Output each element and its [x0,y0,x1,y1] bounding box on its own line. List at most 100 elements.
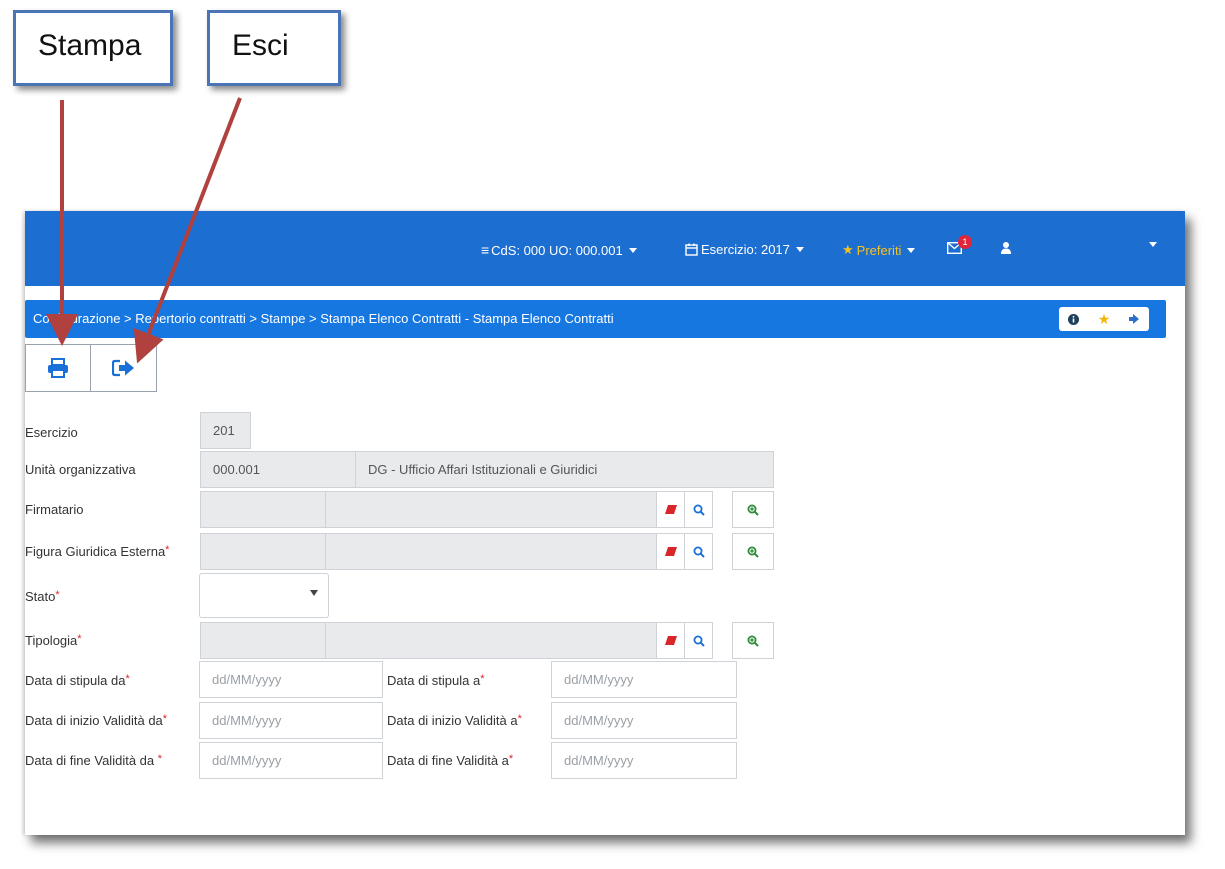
search-icon [693,504,705,516]
required-marker: * [157,753,163,765]
cds-uo-label: CdS: 000 UO: 000.001 [491,242,623,258]
required-marker: * [517,713,522,725]
figura-label-text: Figura Giuridica Esterna [25,544,166,559]
print-icon [48,358,68,378]
fine-a-label: Data di fine Validità a* [387,753,513,768]
esercizio-menu[interactable]: Esercizio: 2017 [685,242,804,257]
inizio-a-label: Data di inizio Validità a* [387,713,522,728]
inizio-da-label-text: Data di inizio Validità da [25,713,163,728]
esci-callout-text: Esci [232,29,289,62]
esercizio-field[interactable]: 201 [200,412,251,449]
stipula-a-label: Data di stipula a* [387,673,485,688]
app-window: ≡ CdS: 000 UO: 000.001 Esercizio: 2017 ★… [25,211,1185,835]
required-marker: * [125,673,130,685]
fine-da-placeholder: dd/MM/yyyy [212,753,282,768]
stipula-a-input[interactable]: dd/MM/yyyy [551,661,737,698]
stampa-callout: Stampa [13,10,173,86]
esci-callout: Esci [207,10,341,86]
search-icon [693,546,705,558]
star-icon: ★ [842,242,854,257]
breadcrumb-text[interactable]: Configurazione > Repertorio contratti > … [33,311,614,326]
tipologia-search-button[interactable] [684,622,713,659]
user-icon [1001,242,1011,254]
figura-description-field [325,533,657,570]
required-marker: * [165,544,170,556]
figura-detail-button[interactable] [732,533,774,570]
chevron-down-icon [795,247,804,252]
user-menu[interactable] [1001,242,1011,254]
required-marker: * [77,633,82,645]
firmatario-label: Firmatario [25,502,84,517]
preferiti-menu[interactable]: ★ Preferiti [842,242,916,258]
unita-code-field[interactable]: 000.001 [200,451,356,488]
required-marker: * [55,589,60,601]
firmatario-description-field [325,491,657,528]
fine-a-input[interactable]: dd/MM/yyyy [551,742,737,779]
inizio-da-input[interactable]: dd/MM/yyyy [199,702,383,739]
mail-count-badge: 1 [958,235,972,249]
stipula-da-label: Data di stipula da* [25,673,130,688]
chevron-down-icon [1149,242,1157,247]
required-marker: * [480,673,485,685]
tipologia-label-text: Tipologia [25,633,78,648]
info-icon[interactable] [1068,313,1080,325]
exit-icon[interactable] [1128,314,1140,324]
top-navbar: ≡ CdS: 000 UO: 000.001 Esercizio: 2017 ★… [25,211,1185,286]
stato-label: Stato* [25,589,60,604]
calendar-icon [685,243,698,256]
firmatario-clear-button[interactable] [656,491,685,528]
messages-button[interactable]: 1 [947,235,972,254]
firmatario-search-button[interactable] [684,491,713,528]
tipologia-description-field [325,622,657,659]
stato-label-text: Stato [25,589,56,604]
bars-icon: ≡ [481,242,490,258]
search-icon [693,635,705,647]
search-plus-icon [747,504,759,516]
tipologia-code-field[interactable] [200,622,326,659]
eraser-icon [664,505,677,514]
breadcrumb: Configurazione > Repertorio contratti > … [25,300,1166,338]
inizio-a-label-text: Data di inizio Validità a [387,713,518,728]
unita-description-field: DG - Ufficio Affari Istituzionali e Giur… [355,451,774,488]
caret-down-icon [310,590,318,596]
chevron-down-icon [628,247,637,253]
fine-a-label-text: Data di fine Validità a [387,753,509,768]
tipologia-label: Tipologia* [25,633,82,648]
search-plus-icon [747,635,759,647]
tipologia-clear-button[interactable] [656,622,685,659]
firmatario-detail-button[interactable] [732,491,774,528]
unita-label: Unità organizzativa [25,462,136,477]
favorite-star-icon[interactable]: ★ [1098,311,1111,328]
figura-search-button[interactable] [684,533,713,570]
sign-out-icon [111,359,134,377]
eraser-icon [664,636,677,645]
esercizio-label: Esercizio [25,425,78,440]
inizio-a-input[interactable]: dd/MM/yyyy [551,702,737,739]
chevron-down-icon [907,247,916,253]
print-button[interactable] [25,344,91,392]
action-toolbar [25,344,161,394]
stampa-callout-text: Stampa [38,29,142,62]
required-marker: * [508,753,514,765]
stipula-da-placeholder: dd/MM/yyyy [212,672,282,687]
eraser-icon [664,547,677,556]
breadcrumb-tools: ★ [1059,307,1149,331]
exit-button[interactable] [91,344,157,392]
inizio-da-placeholder: dd/MM/yyyy [212,713,282,728]
fine-da-label: Data di fine Validità da * [25,753,162,768]
main-menu-toggle[interactable] [1143,242,1157,247]
stipula-da-input[interactable]: dd/MM/yyyy [199,661,383,698]
inizio-da-label: Data di inizio Validità da* [25,713,167,728]
firmatario-code-field[interactable] [200,491,326,528]
fine-a-placeholder: dd/MM/yyyy [564,753,634,768]
figura-label: Figura Giuridica Esterna* [25,544,169,559]
figura-clear-button[interactable] [656,533,685,570]
fine-da-label-text: Data di fine Validità da [25,753,158,768]
esercizio-label: Esercizio: 2017 [701,242,790,257]
tipologia-detail-button[interactable] [732,622,774,659]
figura-code-field[interactable] [200,533,326,570]
required-marker: * [162,713,168,725]
stato-select[interactable] [199,573,329,618]
cds-uo-menu[interactable]: ≡ CdS: 000 UO: 000.001 [481,242,637,258]
fine-da-input[interactable]: dd/MM/yyyy [199,742,383,779]
